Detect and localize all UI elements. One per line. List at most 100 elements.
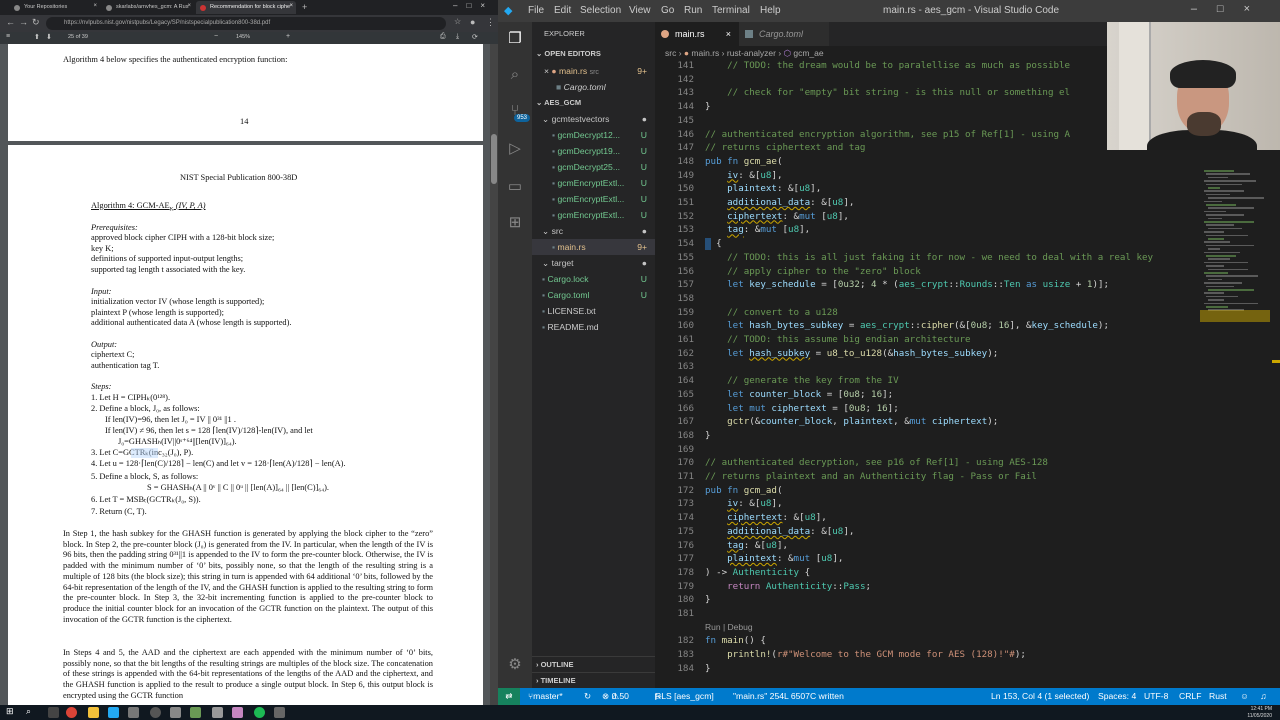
bell-icon[interactable]: ♫ [1260, 688, 1266, 705]
spotify-icon[interactable] [254, 707, 265, 718]
open-editor-item[interactable]: × ● main.rs src 9+ [532, 63, 655, 79]
breadcrumb-item[interactable]: main.rs [691, 48, 719, 58]
url-input[interactable]: https://nvlpubs.nist.gov/nistpubs/Legacy… [46, 17, 446, 30]
pdf-scrollbar[interactable] [490, 44, 498, 705]
breadcrumb-item[interactable]: rust-analyzer [727, 48, 776, 58]
timeline-header[interactable]: › TIMELINE [532, 672, 655, 688]
extensions-icon[interactable]: ⊞ [506, 214, 524, 232]
app-icon[interactable] [212, 707, 223, 718]
chrome-icon[interactable] [66, 707, 77, 718]
feedback-icon[interactable]: ☺ [1240, 688, 1249, 705]
tree-file[interactable]: ▪ gcmEncryptExtl... U [532, 175, 655, 191]
tree-file[interactable]: ▪ gcmEncryptExtl... U [532, 207, 655, 223]
app-icon[interactable] [190, 707, 201, 718]
explorer-icon[interactable]: ❐ [506, 30, 524, 48]
tree-file[interactable]: ▪ gcmEncryptExtl... U [532, 191, 655, 207]
reload-icon[interactable]: ↻ [32, 17, 40, 28]
tab-cargo-toml[interactable]: Cargo.toml [739, 22, 829, 46]
menu-file[interactable]: File [528, 5, 544, 16]
tree-file[interactable]: ▪ Cargo.lock U [532, 271, 655, 287]
zoom-in-icon[interactable]: + [286, 33, 290, 40]
outline-header[interactable]: › OUTLINE [532, 656, 655, 672]
menu-selection[interactable]: Selection [580, 5, 621, 16]
tree-file[interactable]: ▪ Cargo.toml U [532, 287, 655, 303]
page-indicator[interactable]: 25 of 39 [68, 34, 88, 40]
profile-icon[interactable]: ● [470, 17, 475, 27]
menu-icon[interactable]: ⋮ [486, 17, 495, 28]
breadcrumb-item[interactable]: src [665, 48, 676, 58]
zoom-level[interactable]: 145% [236, 34, 250, 40]
menu-edit[interactable]: Edit [554, 5, 571, 16]
close-icon[interactable]: × [544, 66, 549, 76]
tree-folder[interactable]: ⌄ target ● [532, 255, 655, 271]
tree-file[interactable]: ▪ README.md [532, 319, 655, 335]
forward-icon[interactable]: → [19, 17, 28, 27]
vscode-icon[interactable] [108, 707, 119, 718]
cursor-position[interactable]: Ln 153, Col 4 (1 selected) [991, 688, 1089, 705]
prev-page-icon[interactable]: ⬆ [34, 33, 40, 41]
tab-main-rs[interactable]: main.rs × [655, 22, 739, 46]
project-header[interactable]: ⌄ AES_GCM [532, 95, 655, 111]
remote-explorer-icon[interactable]: ▭ [506, 178, 524, 196]
window-controls[interactable]: –□× [1191, 3, 1270, 15]
search-icon[interactable]: ⌕ [26, 706, 31, 717]
close-icon[interactable]: × [187, 3, 191, 9]
code-editor[interactable]: 141 // TODO: the dream would be to paral… [655, 60, 1200, 688]
scroll-thumb[interactable] [491, 134, 497, 184]
start-icon[interactable]: ⊞ [6, 706, 14, 717]
next-page-icon[interactable]: ⬇ [46, 33, 52, 41]
zoom-out-icon[interactable]: − [214, 33, 218, 40]
folder-icon[interactable] [88, 707, 99, 718]
eol[interactable]: CRLF [1179, 688, 1201, 705]
branch-indicator[interactable]: ⑂ master* [528, 688, 563, 705]
browser-tab[interactable]: skarlabs/arnvhes_gcm: A Rus × [102, 1, 194, 14]
gear-icon[interactable]: ⚙ [506, 656, 524, 674]
open-editors-header[interactable]: ⌄ OPEN EDITORS [532, 46, 655, 62]
rls-status[interactable]: RLS [aes_gcm] ▷ [655, 688, 714, 705]
task-view-icon[interactable] [48, 707, 59, 718]
menu-run[interactable]: Run [684, 5, 702, 16]
tree-file[interactable]: ▪ gcmDecrypt12... U [532, 127, 655, 143]
search-icon[interactable]: ⌕ [506, 66, 524, 84]
tree-folder[interactable]: ⌄ gcmtestvectors ● [532, 111, 655, 127]
menu-help[interactable]: Help [760, 5, 781, 16]
breadcrumb-item[interactable]: gcm_ae [793, 48, 823, 58]
menu-terminal[interactable]: Terminal [712, 5, 750, 16]
close-icon[interactable]: × [289, 3, 293, 9]
menu-view[interactable]: View [629, 5, 651, 16]
print-icon[interactable]: ⎙ [440, 33, 446, 41]
minimap[interactable] [1200, 170, 1270, 688]
tree-file[interactable]: ▪ gcmDecrypt25... U [532, 159, 655, 175]
window-controls[interactable]: –□× [453, 1, 494, 10]
open-editor-item[interactable]: ■ Cargo.toml [532, 79, 655, 95]
app-icon[interactable] [150, 707, 161, 718]
menu-go[interactable]: Go [661, 5, 674, 16]
tree-file[interactable]: ▪ LICENSE.txt [532, 303, 655, 319]
download-icon[interactable]: ⤓ [456, 33, 459, 41]
app-icon[interactable] [274, 707, 285, 718]
back-icon[interactable]: ← [6, 17, 15, 27]
codelens[interactable]: Run | Debug [705, 622, 753, 633]
language-mode[interactable]: Rust [1209, 688, 1227, 705]
sidebar-toggle-icon[interactable]: ≡ [6, 33, 10, 40]
encoding[interactable]: UTF-8 [1144, 688, 1168, 705]
remote-icon[interactable]: ⇄ [498, 688, 520, 705]
browser-tab[interactable]: Your Repositories × [10, 1, 100, 14]
editor-scrollbar[interactable] [1270, 60, 1280, 688]
pdf-viewer[interactable]: Algorithm 4 below specifies the authenti… [0, 44, 498, 705]
star-icon[interactable]: ☆ [454, 17, 461, 26]
sync-icon[interactable]: ↻ [584, 688, 591, 705]
tree-file[interactable]: ▪ main.rs 9+ [532, 239, 655, 255]
problems-indicator[interactable]: ⊗ 0 ⚠ 50 [602, 688, 629, 705]
indentation[interactable]: Spaces: 4 [1098, 688, 1136, 705]
new-tab-button[interactable]: + [302, 2, 307, 12]
app-icon[interactable] [128, 707, 139, 718]
tree-file[interactable]: ▪ gcmDecrypt19... U [532, 143, 655, 159]
run-debug-icon[interactable]: ▷ [506, 140, 524, 158]
app-icon[interactable] [232, 707, 243, 718]
close-icon[interactable]: × [726, 22, 731, 46]
tree-folder[interactable]: ⌄ src ● [532, 223, 655, 239]
app-icon[interactable] [170, 707, 181, 718]
close-icon[interactable]: × [93, 3, 97, 9]
browser-tab-active[interactable]: Recommendation for block ciphe × [196, 1, 296, 14]
